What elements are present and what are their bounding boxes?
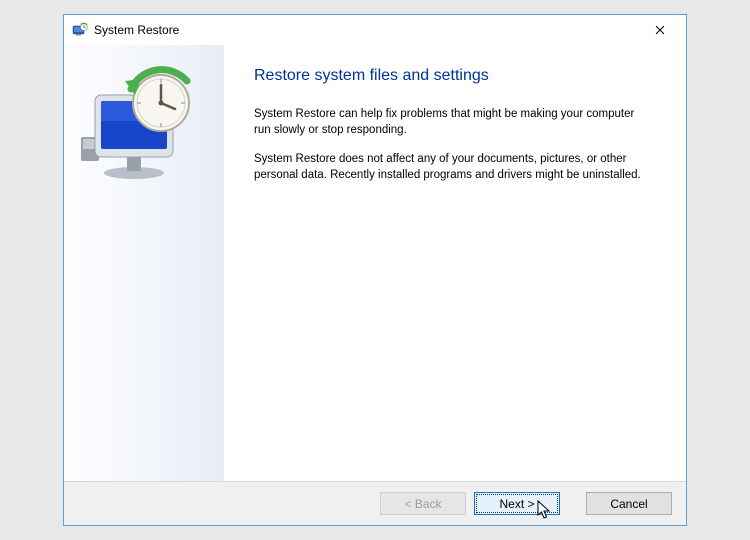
content-area: Restore system files and settings System… bbox=[64, 45, 686, 481]
restore-graphic-icon bbox=[79, 59, 209, 189]
paragraph-2: System Restore does not affect any of yo… bbox=[254, 152, 654, 183]
system-restore-window: System Restore bbox=[63, 14, 687, 526]
wizard-main: Restore system files and settings System… bbox=[224, 45, 686, 481]
paragraph-1: System Restore can help fix problems tha… bbox=[254, 107, 654, 138]
wizard-sidebar bbox=[64, 45, 224, 481]
next-button[interactable]: Next > bbox=[474, 492, 560, 515]
page-heading: Restore system files and settings bbox=[254, 67, 658, 85]
window-title: System Restore bbox=[94, 23, 640, 37]
wizard-footer: < Back Next > Cancel bbox=[64, 481, 686, 525]
titlebar: System Restore bbox=[64, 15, 686, 45]
system-restore-icon bbox=[72, 22, 88, 38]
back-button: < Back bbox=[380, 492, 466, 515]
close-icon bbox=[655, 25, 665, 35]
close-button[interactable] bbox=[640, 19, 680, 41]
cancel-button[interactable]: Cancel bbox=[586, 492, 672, 515]
